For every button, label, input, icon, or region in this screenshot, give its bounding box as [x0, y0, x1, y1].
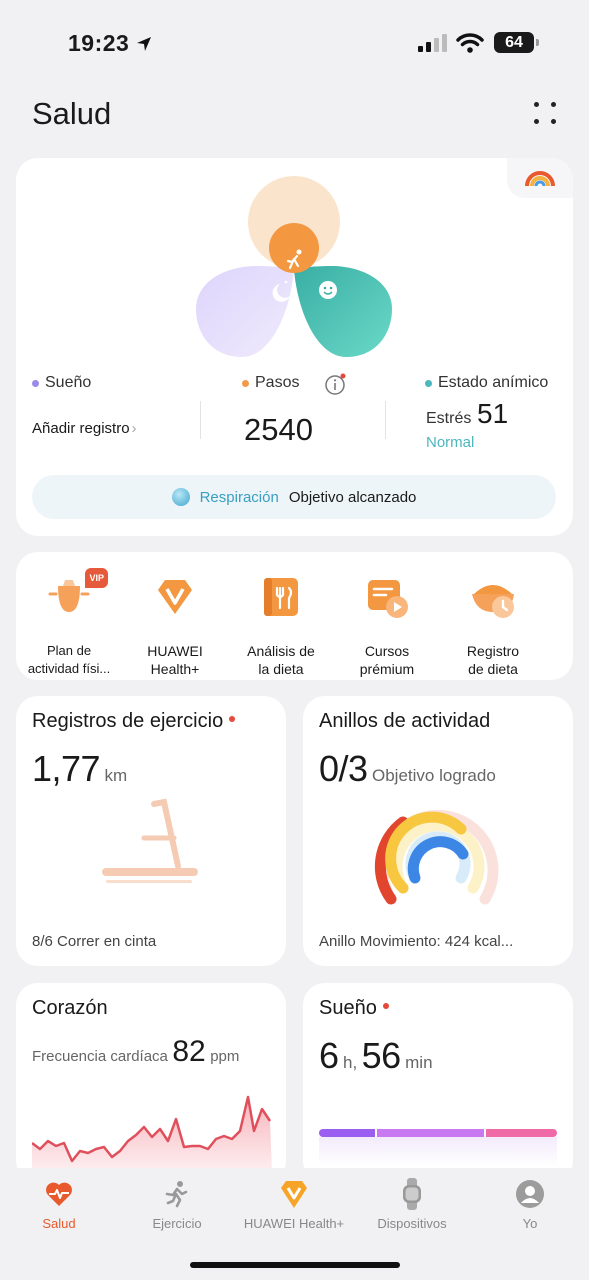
tab-huawei-health-plus[interactable]: HUAWEI Health+: [235, 1178, 353, 1231]
shortcut-label: Análisis de la dieta: [247, 643, 315, 677]
stress-label: Estrés: [426, 410, 472, 427]
steps-label: Pasos: [242, 374, 299, 392]
shortcut-premium-courses[interactable]: Cursos prémium: [334, 572, 440, 678]
tab-ejercicio[interactable]: Ejercicio: [118, 1178, 236, 1231]
rainbow-icon: [525, 171, 555, 187]
add-sleep-record-link[interactable]: Añadir registro ›: [32, 420, 137, 437]
exercise-distance: 1,77 km: [32, 748, 127, 790]
premium-courses-icon: [362, 572, 412, 622]
status-time: 19:23: [68, 30, 153, 57]
rainbow-widget-button[interactable]: [507, 158, 573, 198]
battery-indicator: 64: [494, 32, 539, 53]
divider: [200, 401, 201, 439]
shortcut-diet-log[interactable]: Registro de dieta: [440, 572, 546, 678]
heart-rate-sparkline: [32, 1095, 272, 1171]
steps-petal-inner: [269, 223, 319, 273]
sleep-hours-unit: h,: [342, 1053, 358, 1072]
chevron-right-icon: ›: [131, 420, 137, 437]
shortcut-label: HUAWEI Health+: [147, 643, 203, 677]
info-icon[interactable]: [323, 373, 347, 397]
shortcuts-row[interactable]: VIP Plan de actividad físi... HUAWEI Hea…: [16, 552, 573, 680]
more-options-icon[interactable]: [532, 100, 558, 126]
heart-title: Corazón: [32, 997, 108, 1019]
distance-unit: km: [104, 766, 128, 785]
sleep-duration: 6 h, 56 min: [319, 1035, 433, 1077]
shortcut-diet-analysis[interactable]: Análisis de la dieta: [228, 572, 334, 678]
activity-rings-graphic: [374, 809, 499, 905]
sleep-card[interactable]: Sueño 6 h, 56 min: [303, 983, 573, 1183]
sleep-label: Sueño: [32, 374, 91, 392]
heart-rate-summary: Frecuencia cardíaca 82 ppm: [32, 1035, 239, 1069]
rings-value: 0/3: [319, 748, 368, 789]
sleep-minutes: 56: [361, 1035, 402, 1076]
steps-value: 2540: [244, 412, 313, 447]
sleep-hours: 6: [319, 1035, 339, 1076]
rings-footer: Anillo Movimiento: 424 kcal...: [319, 933, 514, 950]
huawei-health-plus-tab-icon: [281, 1181, 307, 1208]
sleep-petal: [196, 266, 294, 357]
location-arrow-icon: [137, 36, 152, 51]
heart-rate-value: 82: [172, 1035, 206, 1068]
heart-rate-label: Frecuencia cardíaca: [32, 1048, 168, 1065]
breathing-status-bar[interactable]: Respiración Objetivo alcanzado: [32, 475, 556, 519]
shortcut-label: Plan de actividad físi...: [27, 643, 111, 676]
health-summary-card[interactable]: Sueño Pasos Estado anímico Añadir regist…: [16, 158, 573, 536]
shortcut-huawei-health-plus[interactable]: HUAWEI Health+: [122, 572, 228, 678]
health-petals-graphic: [196, 176, 392, 357]
sleep-card-title: Sueño: [319, 997, 389, 1020]
wifi-icon: [456, 33, 484, 53]
sleep-minutes-unit: min: [405, 1053, 433, 1072]
smile-face-icon: [319, 281, 337, 299]
treadmill-icon: [102, 798, 198, 883]
divider: [385, 401, 386, 439]
shortcut-label: Registro de dieta: [466, 643, 520, 677]
distance-value: 1,77: [32, 748, 101, 789]
activity-rings-card[interactable]: Anillos de actividad 0/3 Objetivo lograd…: [303, 696, 573, 966]
sleep-stage-shadow: [319, 1137, 557, 1167]
notification-dot: [229, 716, 236, 722]
shortcut-label: Cursos prémium: [359, 643, 415, 677]
cellular-signal-icon: [418, 34, 447, 52]
diet-analysis-icon: [256, 572, 306, 622]
vip-badge: VIP: [85, 568, 108, 588]
tab-dispositivos[interactable]: Dispositivos: [353, 1178, 471, 1231]
shortcut-activity-plan[interactable]: VIP Plan de actividad físi...: [16, 568, 122, 678]
sleep-stage-bar: [319, 1129, 557, 1137]
stress-state: Normal: [426, 434, 475, 451]
heart-rate-unit: ppm: [210, 1048, 240, 1065]
page-title: Salud: [32, 96, 112, 131]
rings-subtitle: Objetivo logrado: [372, 766, 496, 785]
heart-pulse-icon: [46, 1182, 72, 1206]
watch-icon: [403, 1178, 421, 1210]
activity-plan-icon: VIP: [44, 568, 108, 622]
notification-dot: [382, 1003, 389, 1009]
home-indicator: [190, 1262, 400, 1268]
status-bar: 19:23 64: [0, 0, 589, 80]
breathing-status: Objetivo alcanzado: [288, 488, 417, 506]
breathing-icon: [171, 488, 190, 506]
running-icon: [165, 1181, 188, 1208]
mood-label: Estado anímico: [425, 374, 548, 392]
profile-icon: [516, 1180, 544, 1208]
rings-progress: 0/3 Objetivo logrado: [319, 748, 496, 790]
tab-salud[interactable]: Salud: [0, 1178, 118, 1231]
stress-value: 51: [477, 398, 509, 429]
exercise-footer: 8/6 Correr en cinta: [32, 933, 157, 950]
exercise-records-card[interactable]: Registros de ejercicio 1,77 km 8/6 Corre…: [16, 696, 286, 966]
heart-card[interactable]: Corazón Frecuencia cardíaca 82 ppm: [16, 983, 286, 1183]
breathing-label: Respiración: [199, 488, 279, 506]
mood-petal: [294, 266, 392, 357]
rings-title: Anillos de actividad: [319, 710, 491, 732]
exercise-title: Registros de ejercicio: [32, 710, 236, 733]
diet-log-icon: [468, 572, 518, 622]
tab-yo[interactable]: Yo: [471, 1178, 589, 1231]
huawei-health-plus-icon: [150, 572, 200, 622]
